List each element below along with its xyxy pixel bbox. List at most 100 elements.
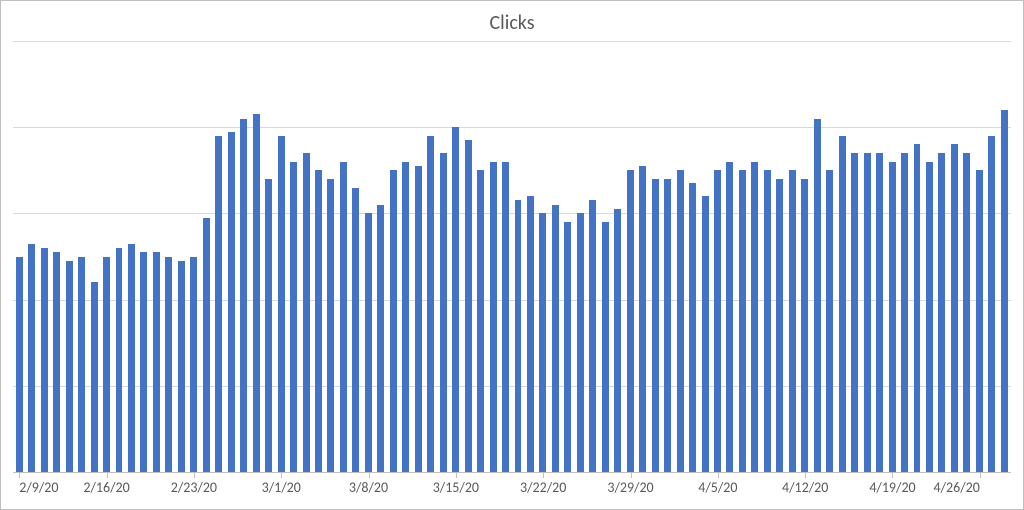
bar-slot xyxy=(686,41,698,472)
bar xyxy=(153,252,160,472)
x-axis-label: 2/16/20 xyxy=(83,479,129,496)
bar-slot xyxy=(487,41,499,472)
bar xyxy=(103,257,110,473)
bar-slot xyxy=(886,41,898,472)
bar-slot xyxy=(499,41,511,472)
bar-slot xyxy=(898,41,910,472)
bar xyxy=(702,196,709,472)
bars-container xyxy=(13,41,1011,472)
bar-slot xyxy=(911,41,923,472)
bar-slot xyxy=(250,41,262,472)
x-axis-label: 3/29/20 xyxy=(607,479,653,496)
bar-slot xyxy=(674,41,686,472)
bar xyxy=(1001,110,1008,472)
bar xyxy=(839,136,846,472)
bar xyxy=(352,188,359,472)
bar xyxy=(814,119,821,472)
bar-slot xyxy=(237,41,249,472)
bar xyxy=(677,170,684,472)
bar-slot xyxy=(749,41,761,472)
bar-slot xyxy=(811,41,823,472)
bar xyxy=(465,140,472,472)
bar xyxy=(303,153,310,472)
bar-slot xyxy=(350,41,362,472)
bar-slot xyxy=(424,41,436,472)
bar-slot xyxy=(462,41,474,472)
bar-slot xyxy=(150,41,162,472)
x-axis-label: 3/15/20 xyxy=(433,479,479,496)
x-axis-label: 2/23/20 xyxy=(171,479,217,496)
x-tick xyxy=(456,473,457,478)
bar-slot xyxy=(113,41,125,472)
bar-slot xyxy=(973,41,985,472)
bar xyxy=(539,213,546,472)
bar-slot xyxy=(225,41,237,472)
bar xyxy=(402,162,409,472)
bar-slot xyxy=(799,41,811,472)
bar-slot xyxy=(699,41,711,472)
x-tick xyxy=(980,473,981,478)
plot-wrap: 2/9/202/16/202/23/203/1/203/8/203/15/203… xyxy=(13,41,1011,501)
bar xyxy=(477,170,484,472)
bar xyxy=(415,166,422,472)
bar xyxy=(315,170,322,472)
bar xyxy=(340,162,347,472)
bar-slot xyxy=(175,41,187,472)
bar-slot xyxy=(262,41,274,472)
bar xyxy=(988,136,995,472)
bar xyxy=(427,136,434,472)
bar-slot xyxy=(362,41,374,472)
bar-slot xyxy=(400,41,412,472)
bar-slot xyxy=(549,41,561,472)
x-tick xyxy=(631,473,632,478)
bar xyxy=(826,170,833,472)
bar-slot xyxy=(774,41,786,472)
bar xyxy=(502,162,509,472)
bar-slot xyxy=(474,41,486,472)
bar-slot xyxy=(524,41,536,472)
bar-slot xyxy=(873,41,885,472)
bar xyxy=(602,222,609,472)
bar-slot xyxy=(599,41,611,472)
bar xyxy=(190,257,197,473)
bar xyxy=(789,170,796,472)
bar xyxy=(652,179,659,472)
bar-slot xyxy=(736,41,748,472)
bar xyxy=(440,153,447,472)
bar-slot xyxy=(936,41,948,472)
bar-slot xyxy=(848,41,860,472)
bar xyxy=(552,205,559,472)
x-axis-label: 4/26/20 xyxy=(934,479,980,496)
x-tick xyxy=(194,473,195,478)
bar xyxy=(228,132,235,472)
bar xyxy=(215,136,222,472)
bar xyxy=(963,153,970,472)
bar xyxy=(914,144,921,472)
bar xyxy=(689,183,696,472)
bar-slot xyxy=(861,41,873,472)
x-tick xyxy=(107,473,108,478)
plot-area xyxy=(13,41,1011,472)
bar-slot xyxy=(711,41,723,472)
bar xyxy=(91,282,98,472)
x-axis-label: 4/12/20 xyxy=(782,479,828,496)
bar-slot xyxy=(636,41,648,472)
bar xyxy=(639,166,646,472)
bar xyxy=(140,252,147,472)
bar xyxy=(66,261,73,472)
x-tick xyxy=(892,473,893,478)
x-tick xyxy=(718,473,719,478)
bar-slot xyxy=(50,41,62,472)
bar xyxy=(165,257,172,473)
bar-slot xyxy=(661,41,673,472)
bar xyxy=(452,127,459,472)
bar-slot xyxy=(312,41,324,472)
bar-slot xyxy=(512,41,524,472)
bar-slot xyxy=(624,41,636,472)
bar-slot xyxy=(998,41,1010,472)
chart-title: Clicks xyxy=(13,11,1011,35)
bar xyxy=(178,261,185,472)
bar-slot xyxy=(125,41,137,472)
bar xyxy=(976,170,983,472)
bar xyxy=(41,248,48,472)
